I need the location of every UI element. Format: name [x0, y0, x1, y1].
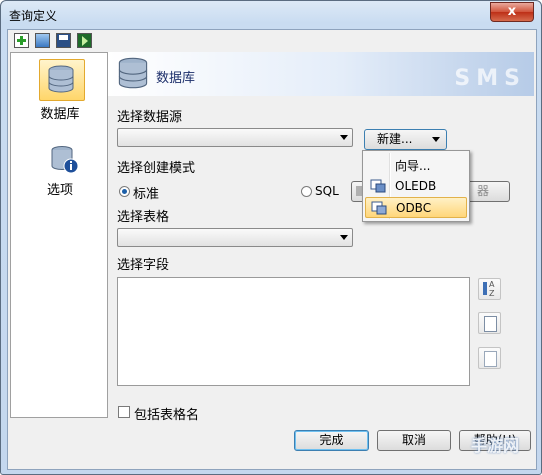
table-label: 选择表格	[117, 210, 170, 225]
sort-button[interactable]: AZ	[478, 278, 501, 300]
run-icon[interactable]	[77, 33, 92, 48]
save-icon[interactable]	[56, 33, 71, 48]
mode-sql-radio[interactable]	[301, 186, 312, 197]
odbc-icon	[371, 201, 387, 215]
title-bar[interactable]: 查询定义 x	[1, 1, 541, 29]
close-button[interactable]: x	[490, 2, 534, 22]
include-table-name-checkbox[interactable]	[118, 406, 130, 418]
mode-standard-radio[interactable]	[119, 186, 130, 197]
chevron-down-icon	[340, 135, 348, 140]
document-icon	[484, 351, 497, 367]
nav-item-database-label[interactable]: 数据库	[11, 103, 109, 122]
select-all-button[interactable]	[478, 312, 501, 334]
nav-item-database[interactable]	[39, 59, 85, 101]
menu-item-wizard[interactable]: 向导...	[365, 154, 467, 175]
sort-az-icon	[483, 282, 487, 295]
header-database-icon	[118, 57, 148, 89]
database-icon	[48, 65, 74, 93]
checklist-icon	[484, 316, 497, 332]
datasource-select[interactable]	[117, 128, 353, 147]
chevron-down-icon	[340, 235, 348, 240]
window-title: 查询定义	[9, 9, 58, 23]
database-info-icon[interactable]	[49, 145, 79, 175]
nav-item-options-label[interactable]: 选项	[11, 179, 109, 198]
new-datasource-menu: 向导... OLEDB ODBC	[362, 150, 470, 222]
datasource-label: 选择数据源	[117, 110, 183, 125]
header-watermark: SMS	[454, 66, 526, 91]
finish-button[interactable]: 完成	[294, 430, 369, 451]
menu-item-oledb[interactable]: OLEDB	[365, 176, 467, 197]
clear-selection-button[interactable]	[478, 347, 501, 369]
mode-label: 选择创建模式	[117, 161, 196, 176]
chevron-down-icon	[432, 137, 440, 142]
new-icon[interactable]	[14, 33, 29, 48]
cancel-button[interactable]: 取消	[377, 430, 451, 451]
mode-standard-label[interactable]: 标准	[133, 183, 159, 202]
new-datasource-button[interactable]: 新建...	[364, 129, 447, 150]
query-definition-dialog: 查询定义 x 数据库 选项 数据库 SMS 选择数据源 新建... 选择创建模式…	[0, 0, 542, 475]
fields-list[interactable]	[117, 277, 470, 386]
menu-item-odbc[interactable]: ODBC	[365, 197, 467, 218]
oledb-icon	[370, 179, 386, 193]
open-icon[interactable]	[35, 33, 50, 48]
nav-panel: 数据库 选项	[10, 52, 108, 418]
fields-label: 选择字段	[117, 258, 170, 273]
table-select[interactable]	[117, 228, 353, 247]
overlay-watermark: 手游网	[471, 436, 520, 455]
include-table-name-label[interactable]: 包括表格名	[134, 404, 199, 423]
section-title: 数据库	[156, 71, 196, 86]
section-header: 数据库 SMS	[108, 52, 534, 96]
dialog-client-area: 数据库 选项 数据库 SMS 选择数据源 新建... 选择创建模式 标准 SQL…	[7, 29, 537, 470]
toolbar	[8, 30, 536, 52]
mode-sql-label[interactable]: SQL	[315, 184, 339, 198]
